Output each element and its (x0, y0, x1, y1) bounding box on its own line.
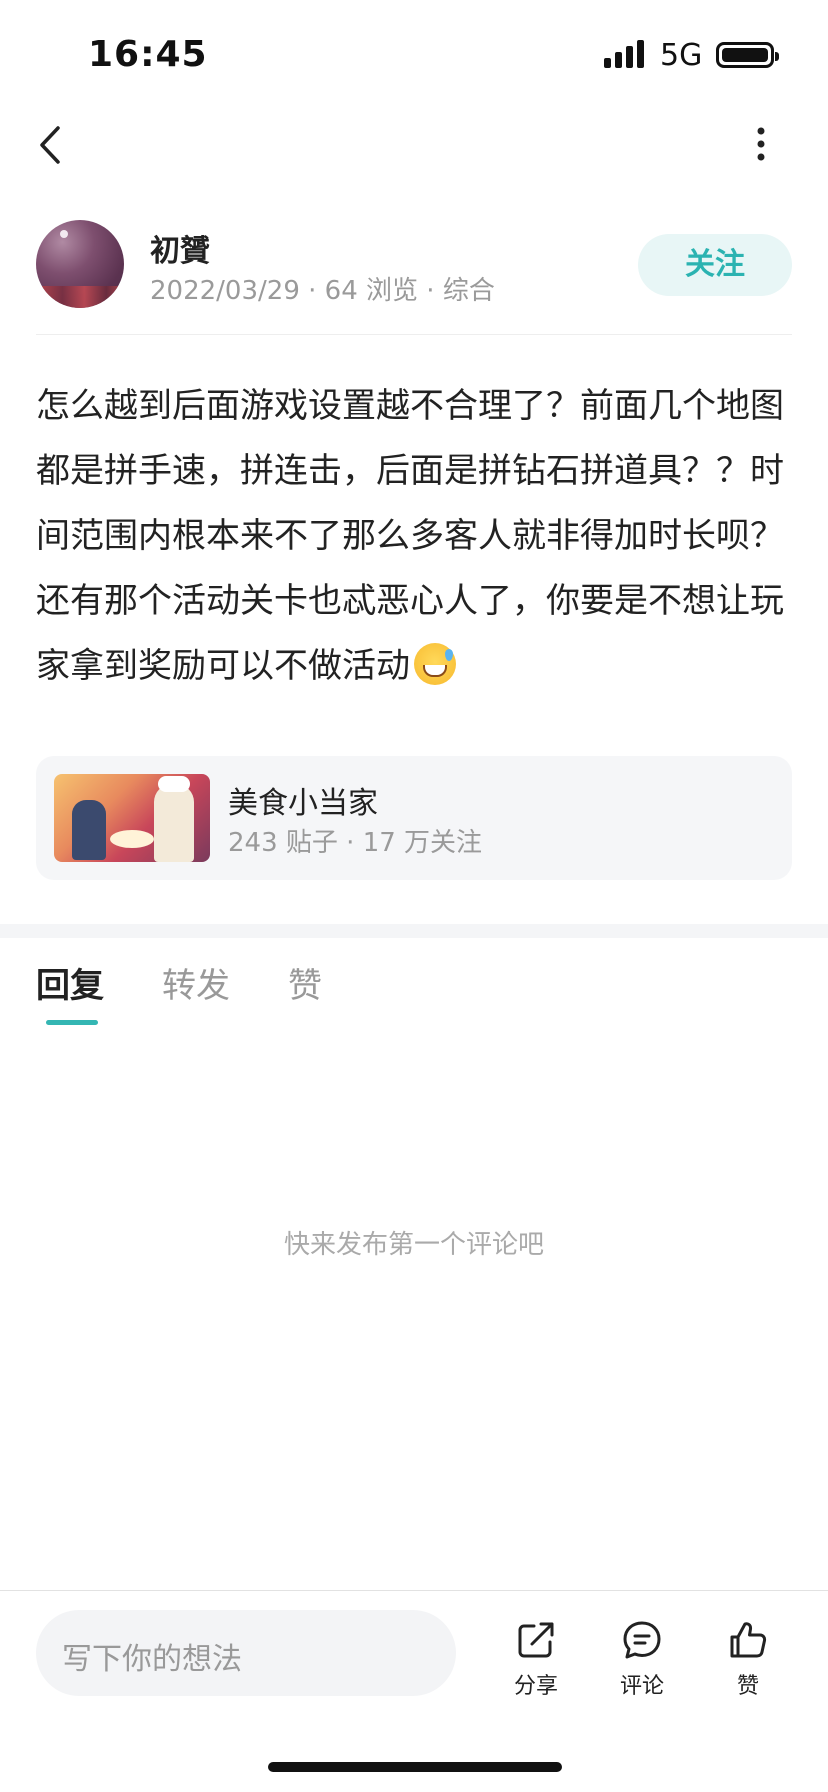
avatar[interactable] (36, 220, 124, 308)
grinning-sweat-emoji-icon (414, 643, 456, 685)
tab-replies[interactable]: 回复 (36, 958, 104, 1007)
post-text: 怎么越到后面游戏设置越不合理了？前面几个地图都是拼手速，拼连击，后面是拼钻石拼道… (36, 386, 784, 686)
more-vertical-icon[interactable] (748, 124, 774, 164)
comment-label: 评论 (619, 1674, 664, 1699)
network-label: 5G (660, 38, 703, 73)
comment-button[interactable]: 评论 (602, 1618, 682, 1700)
author-name[interactable]: 初贇 (150, 226, 210, 270)
bottom-bar-divider (0, 1590, 828, 1591)
meta-dot: · (346, 828, 363, 858)
share-icon (518, 1622, 554, 1658)
meta-dot: · (426, 276, 443, 306)
active-tab-indicator (46, 1020, 98, 1025)
status-time: 16:45 (88, 34, 208, 75)
like-label: 赞 (736, 1674, 759, 1699)
post-content: 怎么越到后面游戏设置越不合理了？前面几个地图都是拼手速，拼连击，后面是拼钻石拼道… (36, 374, 798, 699)
meta-dot: · (308, 276, 325, 306)
game-title[interactable]: 美食小当家 (228, 778, 378, 822)
share-button[interactable]: 分享 (496, 1618, 576, 1700)
follow-button[interactable]: 关注 (638, 234, 792, 296)
comment-input-placeholder: 写下你的想法 (62, 1642, 242, 1677)
game-stats: 243 贴子 · 17 万关注 (228, 822, 482, 859)
battery-icon (716, 42, 779, 68)
signal-icon (604, 40, 644, 68)
home-indicator[interactable] (268, 1762, 562, 1772)
share-label: 分享 (513, 1674, 558, 1699)
section-separator (0, 924, 828, 938)
game-followers: 17 万关注 (362, 828, 483, 858)
game-posts: 243 贴子 (228, 828, 338, 858)
thumbs-up-icon (730, 1622, 767, 1658)
chevron-left-icon[interactable] (30, 120, 74, 170)
tab-reposts[interactable]: 转发 (162, 958, 230, 1007)
divider (36, 334, 792, 335)
like-button[interactable]: 赞 (708, 1618, 788, 1700)
post-views: 64 浏览 (324, 276, 419, 306)
comment-icon (623, 1621, 661, 1659)
game-cover-image[interactable] (54, 774, 210, 862)
post-date: 2022/03/29 (150, 276, 300, 306)
post-meta: 2022/03/29 · 64 浏览 · 综合 (150, 270, 495, 307)
tab-likes[interactable]: 赞 (288, 958, 322, 1007)
post-category: 综合 (442, 276, 495, 306)
empty-comments-text: 快来发布第一个评论吧 (283, 1230, 544, 1260)
